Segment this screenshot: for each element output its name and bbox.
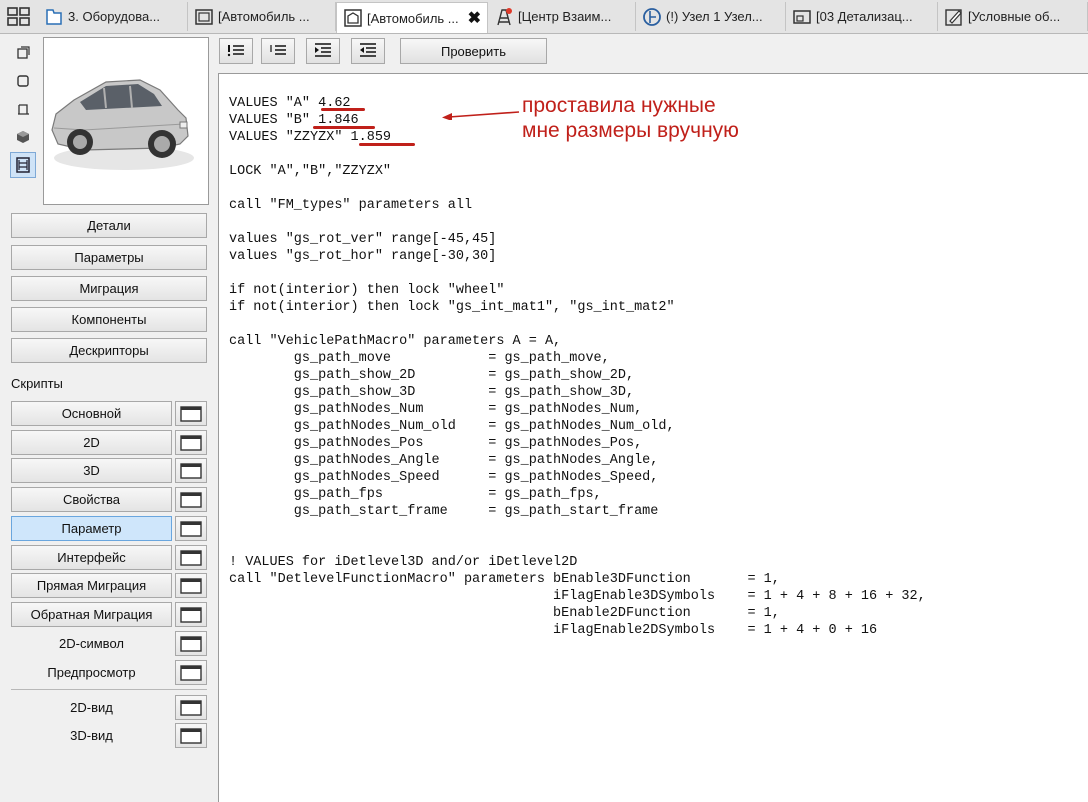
copy-icon[interactable]: [10, 40, 36, 66]
window-icon[interactable]: [175, 723, 207, 748]
uncomment-icon: [268, 43, 288, 60]
square-icon[interactable]: [10, 68, 36, 94]
tab-car-1[interactable]: [Автомобиль ...: [188, 2, 336, 31]
script-preview-label: Предпросмотр: [47, 665, 136, 680]
script-2d-symbol-label: 2D-символ: [59, 636, 124, 651]
layout-icon: [44, 7, 64, 27]
script-interface-button[interactable]: Интерфейс: [11, 545, 172, 570]
window-icon[interactable]: [175, 545, 207, 570]
window-icon[interactable]: [175, 660, 207, 685]
annotation-note: проставила нужные мне размеры вручную: [522, 93, 739, 143]
divider: [11, 689, 207, 690]
tab-label: (!) Узел 1 Узел...: [666, 9, 763, 24]
window-icon: [792, 7, 812, 27]
parameters-button[interactable]: Параметры: [11, 245, 207, 270]
tab-detail[interactable]: [03 Детализац...: [786, 2, 938, 31]
tab-label: [Автомобиль ...: [218, 9, 310, 24]
indent-icon: [313, 42, 333, 60]
script-code[interactable]: VALUES "A" 4.62 VALUES "B" 1.846 VALUES …: [229, 95, 926, 639]
window-icon[interactable]: [175, 401, 207, 426]
tab-label: [Автомобиль ...: [367, 10, 459, 26]
tab-label: 3. Оборудова...: [68, 9, 161, 24]
grid-view-icon[interactable]: [6, 6, 32, 28]
components-button[interactable]: Компоненты: [11, 307, 207, 332]
descriptors-button[interactable]: Дескрипторы: [11, 338, 207, 363]
tab-symbols[interactable]: [Условные об...: [938, 2, 1088, 31]
tab-bar: 3. Оборудова... [Автомобиль ... [Автомоб…: [0, 0, 1088, 34]
window-icon[interactable]: [175, 458, 207, 483]
indent-button[interactable]: [306, 38, 340, 64]
underline-mark: [321, 108, 365, 111]
annotation-line: мне размеры вручную: [522, 119, 739, 142]
arrow-icon: [442, 111, 520, 120]
underline-mark: [313, 126, 375, 129]
tab-label: [03 Детализац...: [816, 9, 913, 24]
tab-label: [Центр Взаим...: [518, 9, 612, 24]
object-icon: [194, 7, 214, 27]
script-backward-migration-button[interactable]: Обратная Миграция: [11, 602, 172, 627]
cube-icon[interactable]: [10, 124, 36, 150]
left-panel: Детали Параметры Миграция Компоненты Дес…: [0, 34, 217, 802]
comment-toggle-button[interactable]: [219, 38, 253, 64]
film-icon[interactable]: [10, 152, 36, 178]
annotation-line: проставила нужные: [522, 94, 716, 117]
car-image: [51, 79, 194, 170]
script-parameter-button[interactable]: Параметр: [11, 516, 172, 541]
edit-icon: [944, 7, 964, 27]
gdl-object-icon: [343, 8, 363, 28]
tab-node[interactable]: (!) Узел 1 Узел...: [636, 2, 786, 31]
script-properties-button[interactable]: Свойства: [11, 487, 172, 512]
window-icon[interactable]: [175, 602, 207, 627]
car-preview: [43, 37, 209, 205]
migration-button[interactable]: Миграция: [11, 276, 207, 301]
tab-center[interactable]: [Центр Взаим...: [488, 2, 636, 31]
script-forward-migration-button[interactable]: Прямая Миграция: [11, 573, 172, 598]
tab-car-active[interactable]: [Автомобиль ... ✖: [336, 2, 488, 33]
script-editor[interactable]: VALUES "A" 4.62 VALUES "B" 1.846 VALUES …: [218, 73, 1088, 802]
script-main-button[interactable]: Основной: [11, 401, 172, 426]
outdent-button[interactable]: [351, 38, 385, 64]
script-2d-button[interactable]: 2D: [11, 430, 172, 455]
scripts-heading: Скрипты: [11, 376, 63, 391]
window-icon[interactable]: [175, 487, 207, 512]
window-icon[interactable]: [175, 573, 207, 598]
script-3d-button[interactable]: 3D: [11, 458, 172, 483]
tab-label: [Условные об...: [968, 9, 1061, 24]
window-icon[interactable]: [175, 516, 207, 541]
underline-mark: [359, 143, 415, 146]
plan-icon[interactable]: [10, 96, 36, 122]
detail-icon: [642, 7, 662, 27]
close-tab-icon[interactable]: ✖: [468, 8, 481, 28]
check-script-button[interactable]: Проверить: [400, 38, 547, 64]
tower-icon: [494, 7, 514, 27]
view-3d-label: 3D-вид: [70, 728, 113, 743]
window-icon[interactable]: [175, 430, 207, 455]
uncomment-button[interactable]: [261, 38, 295, 64]
details-button[interactable]: Детали: [11, 213, 207, 238]
window-icon[interactable]: [175, 631, 207, 656]
view-mode-toolbar: [10, 40, 36, 180]
comment-icon: [226, 43, 246, 60]
tab-equipment[interactable]: 3. Оборудова...: [38, 2, 188, 31]
outdent-icon: [358, 42, 378, 60]
view-2d-label: 2D-вид: [70, 700, 113, 715]
window-icon[interactable]: [175, 695, 207, 720]
